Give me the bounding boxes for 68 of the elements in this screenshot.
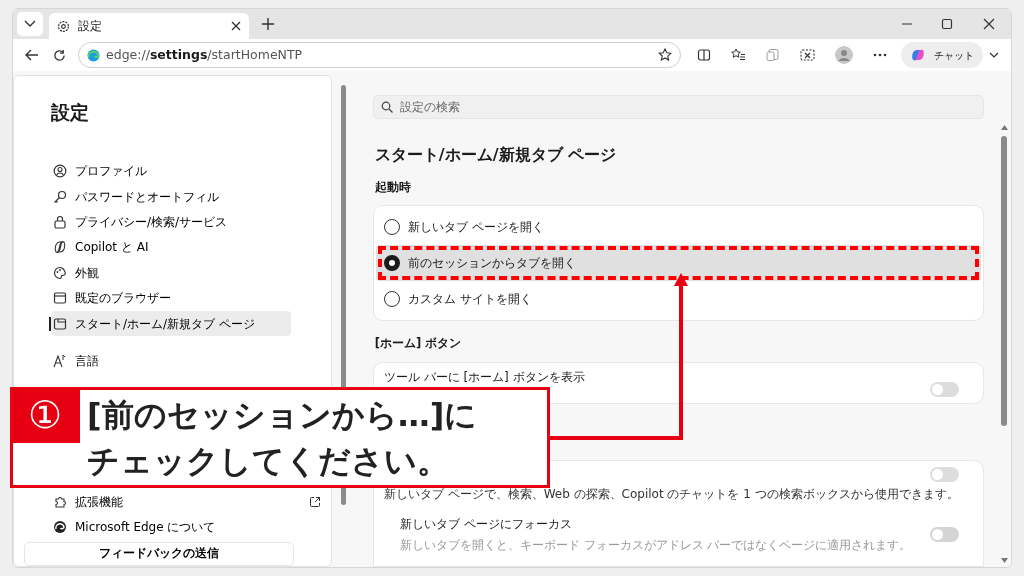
section-heading: [ホーム] ボタン — [374, 335, 463, 353]
close-icon[interactable] — [983, 18, 995, 30]
star-icon[interactable] — [658, 48, 672, 62]
feedback-button[interactable]: フィードバックの送信 — [24, 542, 294, 566]
setting-description: 新しいタブ ページで、検索、Web の探索、Copilot のチャットを 1 つの検索ボックスから使用できます。 — [383, 486, 959, 503]
profile-avatar[interactable] — [835, 46, 853, 64]
sidebar-title: 設定 — [51, 100, 90, 125]
radio-option[interactable]: 新しいタブ ページを開く — [375, 209, 981, 246]
sidebar-item[interactable]: パスワードとオートフィル — [51, 183, 291, 210]
setting-title: ツール バーに [ホーム] ボタンを表示 — [383, 368, 585, 386]
palette-icon — [53, 265, 67, 280]
sidebar-item[interactable]: 言語 — [51, 348, 291, 374]
sidebar-item[interactable]: プロファイル — [51, 158, 291, 184]
tab-actions-button[interactable] — [17, 12, 43, 36]
person-icon — [53, 164, 67, 179]
toggle-switch[interactable] — [929, 467, 959, 482]
sidebar-item[interactable]: Copilot と AI — [51, 234, 291, 261]
copilot-icon — [53, 240, 67, 255]
copilot-logo-icon — [910, 47, 926, 63]
scrollbar-thumb[interactable] — [1001, 136, 1008, 426]
tab-title: 設定 — [78, 18, 103, 35]
browser-logo-icon — [53, 520, 67, 535]
search-icon — [380, 101, 393, 113]
section-heading: 起動時 — [374, 179, 412, 196]
search-field[interactable]: 設定の検索 — [372, 95, 984, 119]
new-tab-icon[interactable] — [261, 17, 275, 31]
browser-tab[interactable]: 設定 — [49, 13, 249, 39]
sidebar-item[interactable]: 拡張機能 — [51, 489, 291, 515]
more-icon[interactable] — [873, 53, 887, 57]
page-heading: スタート/ホーム/新規タブ ページ — [374, 144, 618, 166]
favorites-icon[interactable] — [731, 48, 746, 62]
chevron-down-icon — [24, 20, 36, 28]
screenshot-icon[interactable] — [800, 48, 815, 62]
maximize-icon[interactable] — [941, 18, 953, 30]
gear-icon — [57, 19, 70, 33]
sidebar-item[interactable]: スタート/ホーム/新規タブ ページ — [51, 310, 291, 337]
copilot-button[interactable]: チャット — [901, 42, 983, 68]
url-text: edge://settings/startHomeNTP — [106, 45, 304, 64]
page-icon — [53, 316, 67, 331]
callout-text: [前のセッションから…]に — [87, 395, 478, 436]
collections-icon[interactable] — [766, 48, 780, 62]
back-icon[interactable] — [25, 49, 39, 61]
scroll-up-icon[interactable] — [1000, 125, 1008, 130]
refresh-icon[interactable] — [53, 48, 66, 62]
option-label: カスタム サイトを開く — [407, 291, 532, 309]
browser-window-icon — [53, 291, 67, 306]
setting-title: 新しいタブ ページにフォーカス — [399, 516, 573, 533]
chevron-down-icon[interactable] — [989, 52, 999, 58]
option-label: 新しいタブ ページを開く — [407, 219, 544, 237]
close-icon[interactable] — [231, 21, 241, 31]
browser-logo-icon — [87, 48, 100, 62]
callout-text: チェックしてください。 — [87, 441, 449, 482]
language-icon — [53, 354, 67, 368]
sidebar-item[interactable]: Microsoft Edge について — [51, 514, 291, 541]
lock-icon — [53, 215, 67, 229]
puzzle-icon — [53, 494, 67, 509]
toggle-switch[interactable] — [929, 381, 959, 397]
setting-description: 新しいタブを開くと、キーボード フォーカスがアドレス バーではなくページに適用されます。 — [399, 537, 912, 554]
option-label: 前のセッションからタブを開く — [407, 255, 576, 273]
radio-button[interactable] — [383, 255, 400, 272]
sidebar-item[interactable]: 既定のブラウザー — [51, 285, 291, 311]
scroll-down-icon[interactable] — [1000, 558, 1008, 563]
radio-option[interactable]: カスタム サイトを開く — [375, 281, 981, 318]
split-screen-icon[interactable] — [697, 48, 711, 62]
step-number: ① — [10, 387, 80, 443]
sidebar-item[interactable]: 外観 — [51, 260, 291, 286]
key-icon — [53, 189, 67, 204]
sidebar-item[interactable]: プライバシー/検索/サービス — [51, 209, 291, 235]
